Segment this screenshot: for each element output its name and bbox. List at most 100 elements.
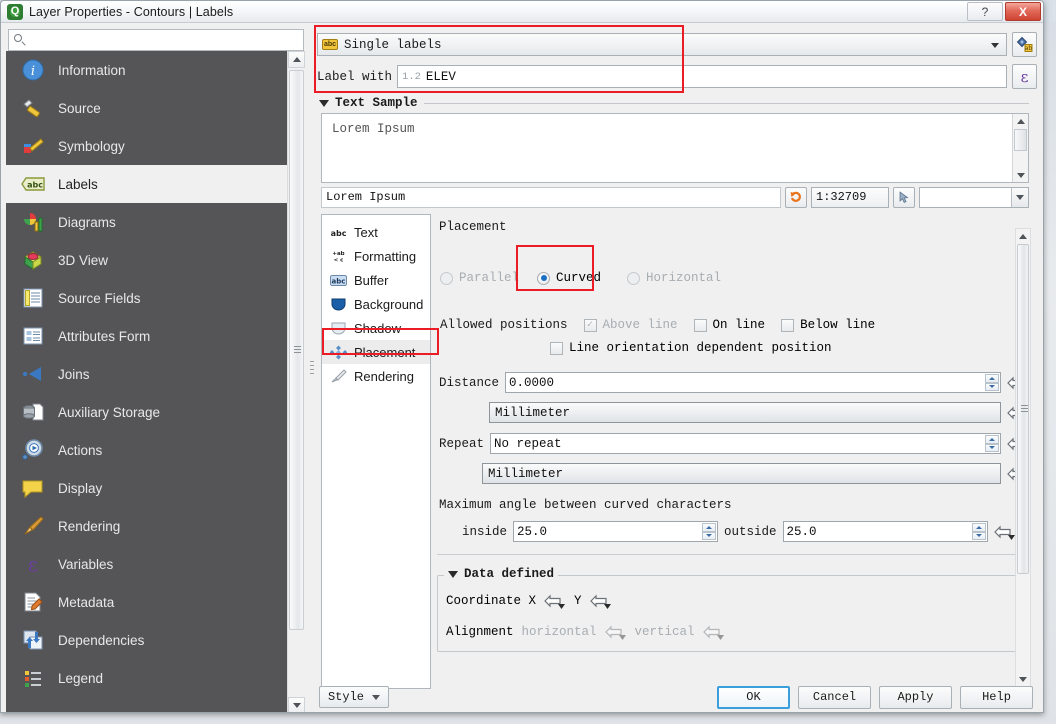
repeat-unit-combo[interactable]: Millimeter bbox=[482, 463, 1001, 484]
panel-splitter[interactable] bbox=[309, 23, 315, 712]
radio-indicator[interactable] bbox=[627, 271, 641, 285]
sidebar-item-auxiliary-storage[interactable]: Auxiliary Storage bbox=[6, 393, 287, 431]
distance-input[interactable]: 0.0000 bbox=[505, 372, 1001, 393]
sidebar-item-source[interactable]: Source bbox=[6, 89, 287, 127]
labeling-settings-icon[interactable]: ab bbox=[1012, 32, 1037, 57]
repeat-label: Repeat bbox=[439, 436, 485, 451]
search-box[interactable] bbox=[8, 29, 304, 51]
allowed-position-on-line[interactable]: On line bbox=[693, 318, 765, 332]
sidebar-item-rendering[interactable]: Rendering bbox=[6, 507, 287, 545]
tab-shadow[interactable]: Shadow bbox=[322, 316, 430, 340]
repeat-stepper[interactable] bbox=[985, 435, 999, 452]
preview-text: Lorem Ipsum bbox=[321, 186, 781, 208]
sidebar-item-source-fields[interactable]: Source Fields bbox=[6, 279, 287, 317]
inside-angle-input[interactable]: 25.0 bbox=[513, 521, 719, 542]
sidebar-item-joins[interactable]: Joins bbox=[6, 355, 287, 393]
sidebar-item-display[interactable]: Display bbox=[6, 469, 287, 507]
data-defined-override-icon[interactable] bbox=[993, 523, 1016, 541]
style-button[interactable]: Style bbox=[319, 686, 389, 708]
scroll-up-icon[interactable] bbox=[1013, 114, 1028, 128]
line-orientation-label: Line orientation dependent position bbox=[569, 341, 832, 355]
line-orientation-row[interactable]: Line orientation dependent position bbox=[437, 341, 1029, 355]
sidebar-item-legend[interactable]: Legend bbox=[6, 659, 287, 697]
checkbox-indicator[interactable] bbox=[693, 318, 707, 332]
sidebar-item-symbology[interactable]: Symbology bbox=[6, 127, 287, 165]
sidebar-item-3d-view[interactable]: 3D View bbox=[6, 241, 287, 279]
scroll-down-icon[interactable] bbox=[288, 697, 305, 712]
cancel-button[interactable]: Cancel bbox=[798, 685, 871, 709]
sidebar-scrollbar[interactable] bbox=[287, 51, 305, 712]
help-titlebar-button[interactable]: ? bbox=[967, 2, 1003, 21]
data-defined-title: Data defined bbox=[464, 567, 555, 581]
placement-scrollbar[interactable] bbox=[1015, 228, 1031, 687]
tab-text[interactable]: abc Text bbox=[322, 220, 430, 244]
allowed-position-label: Above line bbox=[602, 318, 678, 332]
sidebar-item-metadata[interactable]: Metadata bbox=[6, 583, 287, 621]
sidebar-scroll-thumb[interactable] bbox=[289, 70, 304, 630]
labeling-mode-combo[interactable]: abc Single labels bbox=[317, 33, 1007, 56]
window-controls: ? X bbox=[965, 2, 1041, 21]
close-icon[interactable]: X bbox=[1005, 2, 1041, 21]
coordinate-row: Coordinate X Y bbox=[446, 592, 1016, 610]
ok-button[interactable]: OK bbox=[717, 685, 790, 709]
sidebar-item-information[interactable]: i Information bbox=[6, 51, 287, 89]
placement-radio-curved[interactable]: Curved bbox=[537, 271, 601, 285]
scroll-up-icon[interactable] bbox=[288, 51, 305, 68]
tab-background[interactable]: Background bbox=[322, 292, 430, 316]
placement-radio-parallel[interactable]: Parallel bbox=[440, 271, 519, 285]
distance-label: Distance bbox=[439, 375, 500, 390]
apply-button[interactable]: Apply bbox=[879, 685, 952, 709]
tab-rendering[interactable]: Rendering bbox=[322, 364, 430, 388]
search-input[interactable] bbox=[32, 32, 298, 48]
tab-formatting[interactable]: +ab < c Formatting bbox=[322, 244, 430, 268]
sidebar-item-label: Rendering bbox=[58, 518, 121, 534]
repeat-input[interactable]: No repeat bbox=[490, 433, 1001, 454]
checkbox-indicator[interactable]: ✓ bbox=[583, 318, 597, 332]
tab-buffer[interactable]: abc Buffer bbox=[322, 268, 430, 292]
scroll-down-icon[interactable] bbox=[1013, 168, 1028, 182]
repeat-row: Repeat No repeat bbox=[437, 433, 1029, 454]
sidebar-item-diagrams[interactable]: Diagrams bbox=[6, 203, 287, 241]
scroll-up-icon[interactable] bbox=[1016, 229, 1030, 243]
text-sample-editor[interactable]: Lorem Ipsum bbox=[321, 113, 1029, 183]
text-sample-value[interactable]: Lorem Ipsum bbox=[322, 114, 1012, 182]
text-sample-preview-bar: Lorem Ipsum 1:32709 bbox=[321, 186, 1029, 208]
text-sample-scroll-thumb[interactable] bbox=[1014, 129, 1027, 151]
label-with-field[interactable]: 1.2 ELEV bbox=[397, 65, 1007, 88]
text-sample-group-header[interactable]: Text Sample bbox=[319, 96, 1037, 110]
data-defined-override-icon[interactable] bbox=[702, 623, 725, 641]
outside-angle-input[interactable]: 25.0 bbox=[782, 521, 988, 542]
undo-arrow-icon[interactable] bbox=[785, 186, 807, 208]
radio-indicator[interactable] bbox=[440, 271, 453, 285]
scale-combo[interactable]: 1:32709 bbox=[811, 186, 889, 208]
data-defined-override-icon[interactable] bbox=[604, 623, 627, 641]
distance-stepper[interactable] bbox=[985, 374, 999, 391]
sidebar-item-actions[interactable]: Actions bbox=[6, 431, 287, 469]
epsilon-expression-icon[interactable]: ε bbox=[1012, 64, 1037, 89]
sidebar-item-label: Metadata bbox=[58, 594, 115, 610]
sidebar-item-label: Joins bbox=[58, 366, 90, 382]
sidebar-item-attributes-form[interactable]: Attributes Form bbox=[6, 317, 287, 355]
placement-scroll-thumb[interactable] bbox=[1017, 244, 1029, 574]
allowed-position-above-line[interactable]: ✓ Above line bbox=[583, 318, 678, 332]
inside-angle-stepper[interactable] bbox=[702, 523, 717, 540]
line-orientation-checkbox[interactable] bbox=[550, 341, 563, 355]
text-sample-scrollbar[interactable] bbox=[1012, 114, 1028, 182]
rendering-icon bbox=[20, 513, 46, 539]
data-defined-header[interactable]: Data defined bbox=[444, 567, 559, 581]
cursor-pick-icon[interactable] bbox=[893, 186, 915, 208]
distance-unit-combo[interactable]: Millimeter bbox=[489, 402, 1001, 423]
tab-placement[interactable]: Placement bbox=[322, 340, 430, 364]
sidebar-item-dependencies[interactable]: Dependencies bbox=[6, 621, 287, 659]
checkbox-indicator[interactable] bbox=[781, 318, 795, 332]
help-button[interactable]: Help bbox=[960, 685, 1033, 709]
sidebar-item-variables[interactable]: ε Variables bbox=[6, 545, 287, 583]
allowed-position-below-line[interactable]: Below line bbox=[781, 318, 875, 332]
sidebar-item-labels[interactable]: abc Labels bbox=[6, 165, 287, 203]
data-defined-override-icon[interactable] bbox=[589, 592, 612, 610]
data-defined-override-icon[interactable] bbox=[544, 592, 566, 610]
radio-indicator[interactable] bbox=[537, 271, 551, 285]
sample-background-combo[interactable] bbox=[919, 186, 1029, 208]
outside-angle-stepper[interactable] bbox=[971, 523, 986, 540]
placement-radio-horizontal[interactable]: Horizontal bbox=[627, 271, 721, 285]
